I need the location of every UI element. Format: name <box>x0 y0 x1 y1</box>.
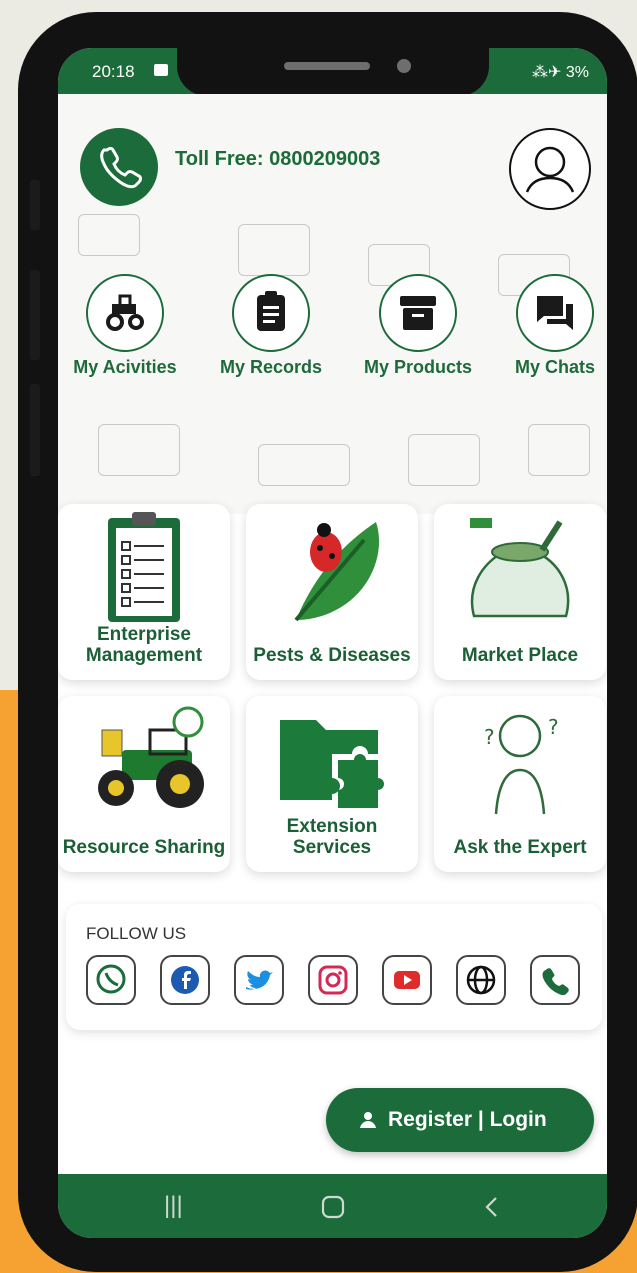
sketch-tree-icon <box>78 214 140 256</box>
youtube-icon[interactable] <box>382 955 432 1005</box>
register-login-button[interactable]: Register | Login <box>326 1088 594 1152</box>
twitter-icon[interactable] <box>234 955 284 1005</box>
card-extension-services[interactable]: Extension Services <box>246 696 418 872</box>
checklist-clipboard-icon <box>58 512 230 627</box>
quick-link-my-products[interactable]: My Products <box>353 274 483 379</box>
ladybug-leaf-icon <box>246 512 418 627</box>
quick-link-my-chats[interactable]: My Chats <box>490 274 607 379</box>
card-pests-diseases[interactable]: Pests & Diseases <box>246 504 418 680</box>
quick-link-label: My Acivities <box>70 356 180 379</box>
card-enterprise-management[interactable]: Enterprise Management <box>58 504 230 680</box>
instagram-icon[interactable] <box>308 955 358 1005</box>
card-title: Market Place <box>461 645 579 666</box>
svg-text:?: ? <box>548 715 559 739</box>
card-title: Ask the Expert <box>453 837 587 858</box>
profile-avatar-button[interactable] <box>509 128 591 210</box>
archive-box-icon <box>379 274 457 352</box>
facebook-icon[interactable] <box>160 955 210 1005</box>
whatsapp-icon[interactable] <box>86 955 136 1005</box>
thinking-person-icon: ?? <box>434 704 606 819</box>
follow-us-title: FOLLOW US <box>86 924 187 943</box>
quick-link-my-records[interactable]: My Records <box>206 274 336 379</box>
produce-sack-icon <box>434 512 606 627</box>
status-time: 20:18 <box>92 62 135 81</box>
status-indicators: ⁂✈ 3% <box>532 64 589 81</box>
sketch-barn-icon <box>238 224 310 276</box>
card-ask-the-expert[interactable]: ?? Ask the Expert <box>434 696 606 872</box>
card-resource-sharing[interactable]: Resource Sharing <box>58 696 230 872</box>
sketch-crops-icon <box>258 444 350 486</box>
toll-free-call-button[interactable] <box>80 128 158 206</box>
camera-notch <box>177 48 489 96</box>
globe-icon[interactable] <box>456 955 506 1005</box>
phone-side-button <box>30 180 40 230</box>
card-title: Pests & Diseases <box>253 645 411 666</box>
user-avatar-icon <box>525 146 575 193</box>
app-screen: 20:18 ⁂✈ 3% Toll Free: 0800209003 My Aci… <box>58 48 607 1238</box>
speaker-grille <box>284 62 370 70</box>
card-title: Resource Sharing <box>62 837 226 858</box>
phone-volume-down <box>30 384 40 476</box>
chat-icon <box>516 274 594 352</box>
quick-link-label: My Records <box>216 356 326 379</box>
clipboard-icon <box>232 274 310 352</box>
phone-icon <box>100 147 142 189</box>
sketch-dog-icon <box>98 424 180 476</box>
recent-apps-icon[interactable]: ||| <box>164 1192 183 1220</box>
tractor-icon <box>86 274 164 352</box>
back-icon[interactable] <box>482 1194 502 1220</box>
folder-puzzle-icon <box>246 704 418 819</box>
card-market-place[interactable]: Market Place <box>434 504 606 680</box>
sketch-goat-icon <box>528 424 590 476</box>
user-icon <box>360 1112 376 1128</box>
home-icon[interactable] <box>320 1194 346 1220</box>
quick-link-label: My Products <box>360 356 476 379</box>
card-title: Enterprise Management <box>85 624 203 666</box>
quick-link-label: My Chats <box>511 356 598 379</box>
sketch-silo-icon <box>408 434 480 486</box>
quick-link-my-activities[interactable]: My Acivities <box>60 274 190 379</box>
android-nav-bar: ||| <box>58 1174 607 1238</box>
phone-icon[interactable] <box>530 955 580 1005</box>
image-notification-icon <box>154 64 168 76</box>
tractor-sprayer-icon <box>58 704 230 819</box>
register-login-label: Register | Login <box>388 1108 547 1131</box>
svg-text:?: ? <box>484 725 495 749</box>
phone-volume-up <box>30 270 40 360</box>
card-title: Extension Services <box>286 816 378 858</box>
follow-us-panel: FOLLOW US <box>66 904 602 1030</box>
toll-free-number[interactable]: Toll Free: 0800209003 <box>175 148 380 171</box>
front-camera <box>397 59 411 73</box>
